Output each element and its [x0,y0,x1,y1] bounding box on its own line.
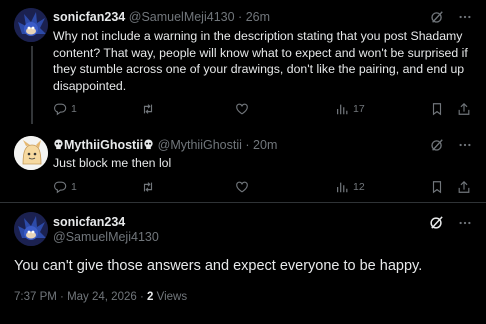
like-icon [236,181,248,193]
action-bar: 1 17 [53,102,471,118]
handle[interactable]: @SamuelMeji4130 [53,230,159,244]
repost-button[interactable] [141,102,155,116]
like-icon [236,103,248,115]
repost-icon [143,182,153,192]
reply-icon [54,181,67,194]
grok-icon[interactable] [429,215,444,235]
post-text: Just block me then lol [53,156,172,170]
post-time[interactable]: 7:37 PM [14,291,57,303]
repost-button[interactable] [141,180,155,194]
handle[interactable]: @MythiiGhostii [158,138,242,152]
bookmark-icon [432,181,442,194]
views-count: 17 [353,103,365,115]
thread-line [31,46,33,124]
separator-dot: · [238,10,243,24]
more-icon[interactable] [458,216,472,235]
avatar[interactable] [14,8,48,42]
views-count: 2 [147,291,154,303]
timestamp[interactable]: 26m [246,10,270,24]
display-name[interactable]: MythiiGhostii [64,138,143,152]
views-icon [337,182,348,193]
action-bar: 1 12 [53,180,471,196]
top-icons [429,215,472,235]
sonic-avatar-image [14,8,48,42]
reply-icon [54,103,67,116]
handle[interactable]: @SamuelMeji4130 [129,10,235,24]
separator-dot: · [60,291,64,303]
author-row: sonicfan234 @SamuelMeji4130 · 26m [53,10,270,24]
bookmark-button[interactable] [430,180,444,194]
display-name[interactable]: sonicfan234 [53,215,125,229]
post-date[interactable]: May 24, 2026 [67,291,137,303]
timestamp[interactable]: 20m [253,138,277,152]
author-row: MythiiGhostii @MythiiGhostii · 20m [53,138,277,153]
avatar[interactable] [14,212,48,246]
share-icon [458,102,470,115]
post-text: You can't give those answers and expect … [14,258,423,274]
views-count: 12 [353,181,365,193]
share-button[interactable] [457,102,471,116]
reply-post-2[interactable]: MythiiGhostii @MythiiGhostii · 20m Just … [0,128,486,202]
display-name[interactable]: sonicfan234 [53,10,125,24]
post-metadata: 7:37 PM · May 24, 2026 · 2 Views [14,291,187,303]
post-text: Why not include a warning in the descrip… [53,29,468,93]
author-handle: @SamuelMeji4130 [53,230,159,244]
skull-icon [53,139,64,153]
avatar[interactable] [14,136,48,170]
top-icons [430,10,472,29]
separator-dot: · [245,138,250,152]
reply-post-1[interactable]: sonicfan234 @SamuelMeji4130 · 26m Why no… [0,0,486,126]
repost-icon [143,104,153,114]
sonic-avatar-image [14,212,48,246]
bookmark-button[interactable] [430,102,444,116]
reply-button[interactable]: 1 [53,102,77,116]
main-post: sonicfan234 @SamuelMeji4130 You can't gi… [0,203,486,324]
bookmark-icon [432,103,442,116]
skull-icon [143,139,154,153]
share-icon [458,180,470,193]
grok-icon[interactable] [430,10,444,29]
reply-count: 1 [71,103,77,115]
views-icon [337,104,348,115]
views-button[interactable]: 17 [335,102,365,116]
views-button[interactable]: 12 [335,180,365,194]
like-button[interactable] [235,180,249,194]
views-label: Views [156,291,188,303]
like-button[interactable] [235,102,249,116]
ghost-avatar-image [14,136,48,170]
share-button[interactable] [457,180,471,194]
separator-dot: · [139,291,144,303]
more-icon[interactable] [458,10,472,29]
author-name: sonicfan234 [53,215,125,229]
reply-button[interactable]: 1 [53,180,77,194]
reply-count: 1 [71,181,77,193]
